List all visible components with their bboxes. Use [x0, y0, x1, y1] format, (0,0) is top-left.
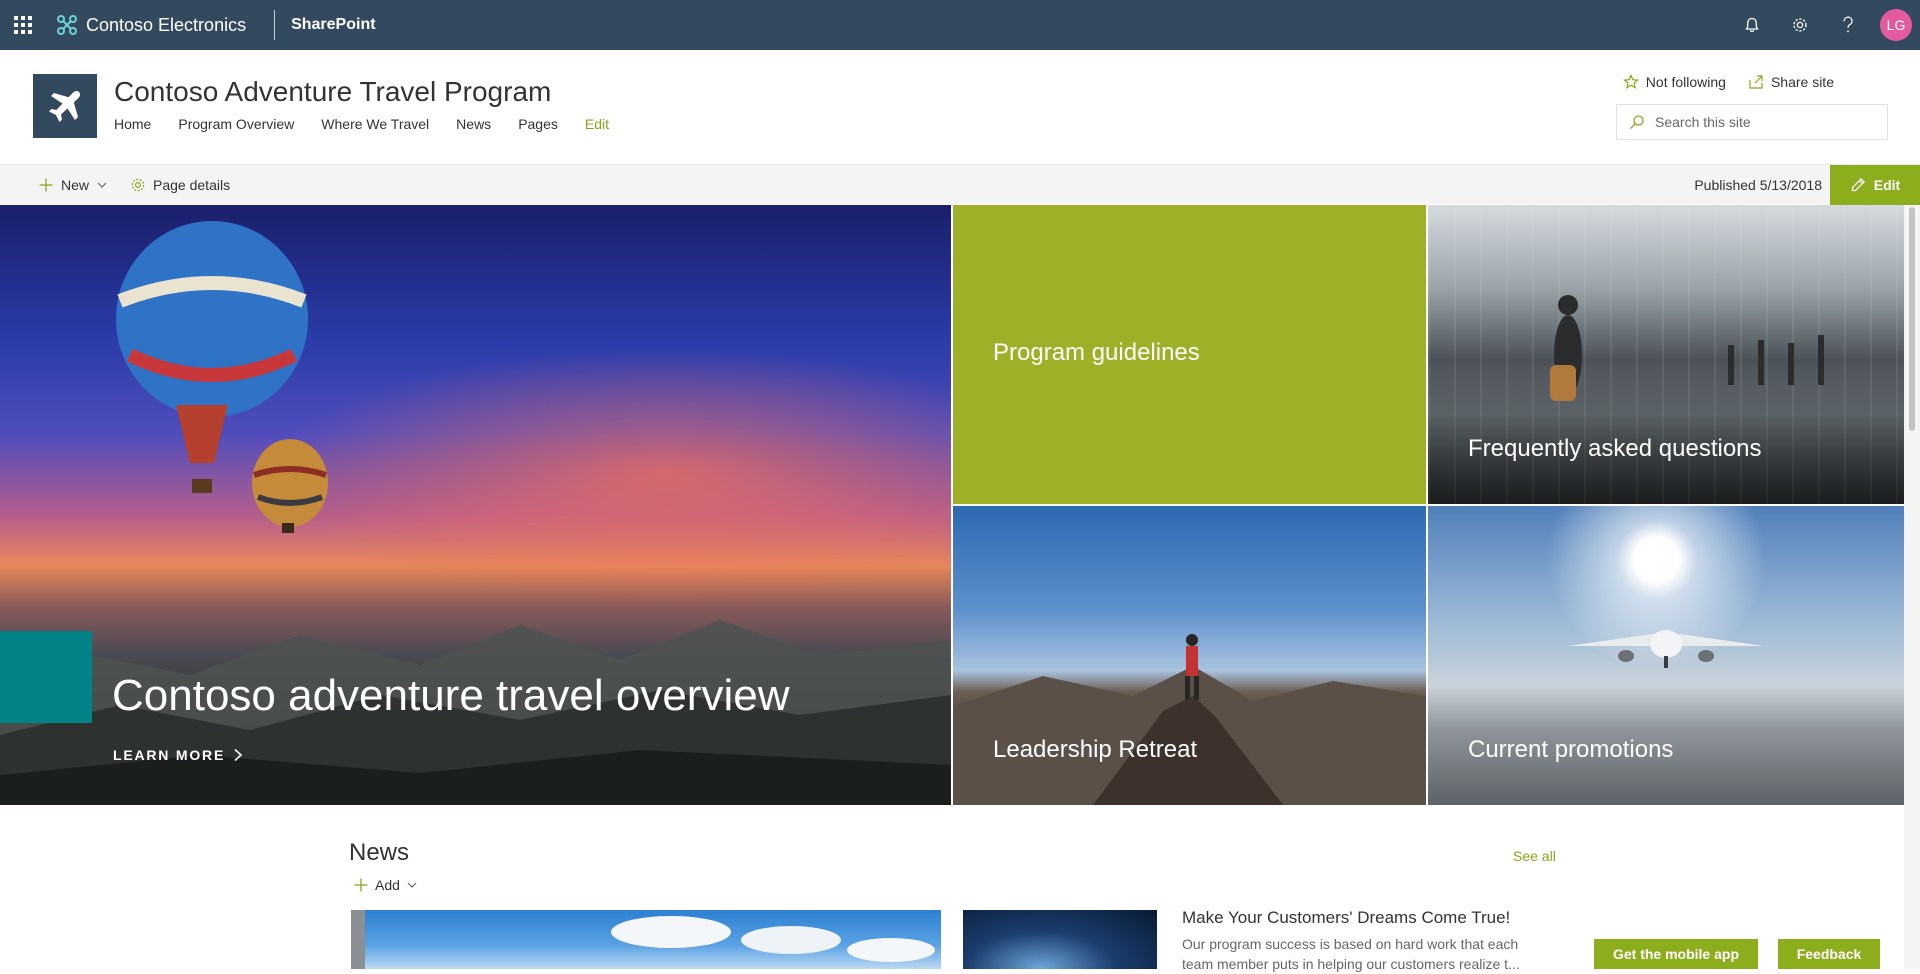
page-details-label: Page details: [153, 176, 231, 193]
star-icon: [1622, 74, 1639, 89]
org-name: Contoso Electronics: [86, 14, 247, 35]
nav-program-overview[interactable]: Program Overview: [178, 116, 294, 132]
learn-more-label: LEARN MORE: [113, 747, 226, 763]
tile-program-guidelines[interactable]: Program guidelines: [953, 205, 1426, 504]
command-bar: New Page details Published 5/13/2018 Edi…: [0, 164, 1920, 205]
chevron-right-icon: [234, 748, 243, 762]
site-title[interactable]: Contoso Adventure Travel Program: [114, 76, 551, 108]
suite-actions: LG: [1728, 0, 1920, 50]
news-article-headline[interactable]: Make Your Customers' Dreams Come True!: [1182, 908, 1510, 928]
news-article-thumbnail[interactable]: [963, 910, 1157, 969]
site-header: Contoso Adventure Travel Program Home Pr…: [0, 50, 1920, 164]
gear-icon: [131, 178, 145, 191]
clouds-image: [351, 910, 935, 969]
follow-label: Not following: [1645, 74, 1726, 90]
org-brand[interactable]: Contoso Electronics: [46, 14, 274, 36]
see-all-link[interactable]: See all: [1513, 848, 1556, 864]
tile-label: Program guidelines: [993, 339, 1200, 366]
scrollbar-thumb[interactable]: [1909, 207, 1915, 431]
new-button[interactable]: New: [0, 177, 108, 193]
search-icon: [1630, 115, 1644, 129]
site-logo[interactable]: [33, 74, 97, 138]
plus-icon: [39, 178, 53, 191]
add-news-button[interactable]: Add: [353, 877, 418, 893]
news-article-snippet: Our program success is based on hard wor…: [1182, 936, 1520, 972]
nav-where-we-travel[interactable]: Where We Travel: [321, 116, 429, 132]
edit-label: Edit: [1873, 177, 1901, 193]
suite-bar: Contoso Electronics SharePoint LG: [0, 0, 1920, 50]
share-site-button[interactable]: Share site: [1748, 74, 1834, 90]
nav-news[interactable]: News: [456, 116, 491, 132]
app-launcher-icon[interactable]: [0, 0, 46, 50]
avatar[interactable]: LG: [1880, 9, 1912, 41]
get-mobile-app-button[interactable]: Get the mobile app: [1594, 939, 1758, 969]
tile-faq[interactable]: Frequently asked questions: [1428, 205, 1904, 504]
nav-pages[interactable]: Pages: [518, 116, 558, 132]
balloons-image: [116, 221, 328, 533]
help-icon[interactable]: [1824, 0, 1872, 50]
tile-current-promotions[interactable]: Current promotions: [1428, 506, 1904, 805]
nav-home[interactable]: Home: [114, 116, 151, 132]
hero-section: Contoso adventure travel overview LEARN …: [0, 205, 1904, 805]
follow-button[interactable]: Not following: [1622, 74, 1726, 90]
gear-icon[interactable]: [1776, 0, 1824, 50]
airplane-icon: [49, 91, 81, 122]
nav-edit-link[interactable]: Edit: [585, 116, 609, 132]
feedback-button[interactable]: Feedback: [1778, 939, 1880, 969]
news-section-title: News: [349, 839, 410, 866]
site-actions: Not following Share site: [1622, 74, 1834, 90]
page-scrollbar[interactable]: [1904, 205, 1920, 969]
add-news-label: Add: [375, 877, 400, 893]
contoso-logo-icon: [57, 15, 77, 35]
edit-button[interactable]: Edit: [1830, 165, 1920, 205]
page-details-button[interactable]: Page details: [108, 177, 230, 193]
hero-title: Contoso adventure travel overview: [112, 671, 790, 720]
new-label: New: [61, 176, 90, 193]
bell-icon[interactable]: [1728, 0, 1776, 50]
hero-main-tile[interactable]: Contoso adventure travel overview LEARN …: [0, 205, 951, 805]
chevron-down-icon: [407, 882, 417, 888]
search-placeholder: Search this site: [1655, 114, 1751, 130]
tile-label: Leadership Retreat: [993, 736, 1198, 763]
news-hero-image[interactable]: [351, 910, 941, 969]
pencil-icon: [1851, 178, 1865, 192]
tile-leadership-retreat[interactable]: Leadership Retreat: [953, 506, 1426, 805]
learn-more-link[interactable]: LEARN MORE: [113, 747, 243, 763]
tile-label: Current promotions: [1468, 736, 1674, 763]
share-icon: [1749, 75, 1763, 89]
app-name[interactable]: SharePoint: [275, 16, 375, 34]
teal-accent-block: [0, 631, 92, 723]
chevron-down-icon: [97, 182, 107, 188]
tile-label: Frequently asked questions: [1468, 435, 1762, 462]
plus-icon: [354, 878, 368, 892]
site-nav: Home Program Overview Where We Travel Ne…: [114, 116, 609, 132]
share-label: Share site: [1770, 74, 1834, 90]
published-date: Published 5/13/2018: [1694, 177, 1822, 193]
search-input[interactable]: Search this site: [1616, 104, 1888, 140]
